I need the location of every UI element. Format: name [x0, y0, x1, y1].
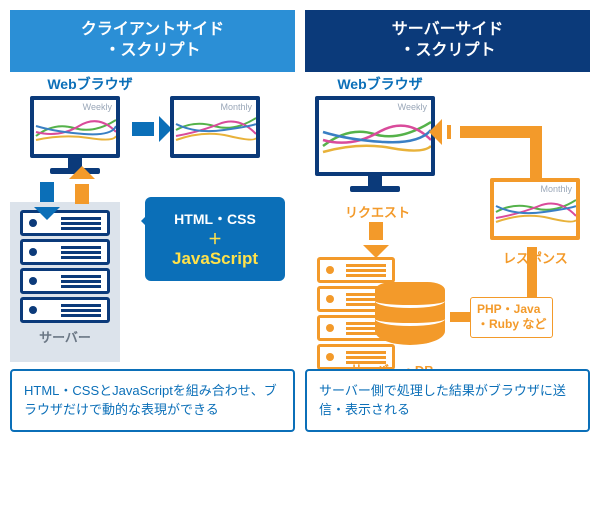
- client-side-header: クライアントサイド ・スクリプト: [10, 10, 295, 72]
- tech-list: PHP・Java ・Ruby など: [470, 297, 553, 338]
- server-label: サーバー: [18, 327, 112, 346]
- footnote-right: サーバー側で処理した結果がブラウザに送信・表示される: [305, 369, 590, 432]
- chart-lines-icon: [34, 112, 116, 144]
- server-box: サーバー: [10, 202, 120, 362]
- result-chart-monthly: Monthly: [490, 178, 580, 240]
- arrow-request-icon: [369, 222, 383, 240]
- browser-label: Webブラウザ: [320, 74, 440, 94]
- footnote-left: HTML・CSSとJavaScriptを組み合わせ、ブラウザだけで動的な表現がで…: [10, 369, 295, 432]
- browser-label: Webブラウザ: [40, 74, 140, 94]
- callout-html-css: HTML・CSS: [155, 209, 275, 229]
- chart-lines-icon: [319, 112, 431, 158]
- browser-monitor-weekly: Weekly: [30, 96, 120, 174]
- request-label: リクエスト: [345, 202, 410, 221]
- chart-lines-icon: [494, 194, 576, 226]
- arrow-up-icon: [75, 184, 89, 204]
- callout-plus: ＋: [155, 229, 275, 249]
- callout-javascript: JavaScript: [155, 249, 275, 269]
- browser-monitor-weekly: Weekly: [315, 96, 435, 192]
- arrow-down-icon: [40, 182, 54, 202]
- chart-title-monthly: Monthly: [494, 182, 576, 194]
- tech-callout: HTML・CSS ＋ JavaScript: [145, 197, 285, 281]
- arrow-left-icon: [447, 125, 451, 139]
- database-icon: [375, 282, 445, 345]
- chart-title-weekly: Weekly: [34, 100, 116, 112]
- arrow-transform-icon: [132, 122, 154, 136]
- browser-monitor-monthly: Monthly: [170, 96, 260, 158]
- chart-lines-icon: [174, 112, 256, 144]
- chart-title-monthly: Monthly: [174, 100, 256, 112]
- chart-title-weekly: Weekly: [319, 100, 431, 112]
- server-side-header: サーバーサイド ・スクリプト: [305, 10, 590, 72]
- server-icon: [20, 210, 110, 323]
- arrow-response-icon: [460, 126, 540, 138]
